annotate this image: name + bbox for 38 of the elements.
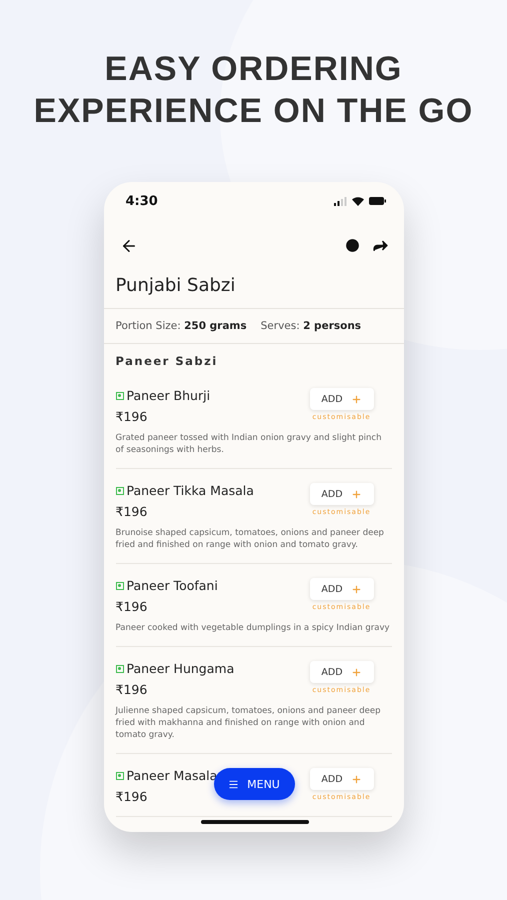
dish-description: Paneer cooked with vegetable dumplings in a spicy Indian gravy — [116, 622, 391, 634]
veg-icon — [116, 772, 124, 780]
page-title: Punjabi Sabzi — [114, 274, 236, 298]
menu-icon — [228, 778, 240, 790]
veg-icon — [116, 664, 124, 672]
add-button[interactable]: ADD — [310, 483, 374, 505]
plus-icon — [350, 666, 362, 678]
plus-icon — [350, 394, 362, 404]
dish-description: Brunoise shaped capsicum, tomatoes, onions and paneer deep fried and finished on range with onion and tomato gravy. — [116, 527, 385, 551]
dish-price: ₹196 — [116, 409, 148, 424]
section-title: Paneer Sabzi — [114, 353, 219, 370]
wifi-icon — [352, 196, 364, 206]
dish-price: ₹196 — [116, 599, 148, 614]
veg-icon — [116, 392, 124, 400]
status-time: 4:30 — [126, 194, 158, 208]
battery-icon — [368, 197, 386, 205]
plus-icon — [350, 774, 362, 784]
dish-name: Paneer Toofani — [126, 578, 218, 593]
dish-name: Paneer Hungama — [126, 661, 234, 676]
dish-name: Paneer Bhurji — [126, 388, 210, 403]
dish-price: ₹196 — [116, 789, 148, 804]
dish-description: Grated paneer tossed with Indian onion gravy and slight pinch of seasonings with herbs. — [116, 432, 382, 456]
signal-icon — [334, 196, 346, 206]
plus-icon — [350, 584, 362, 594]
veg-icon — [116, 582, 124, 590]
plus-icon — [350, 488, 362, 500]
dish-description: Julienne shaped capsicum, tomatoes, onions and paneer deep fried with makhanna and finished on range with onion and tomato gravy. — [116, 705, 382, 741]
dish-name: Paneer Tikka Masala — [126, 483, 254, 498]
add-button[interactable]: ADD — [310, 768, 374, 790]
info-text: Serves: 2 persons — [260, 320, 362, 332]
veg-icon — [116, 486, 124, 494]
add-button[interactable]: ADD — [310, 578, 374, 600]
headline: EASY ORDERING EXPERIENCE ON THE GO — [34, 49, 474, 132]
add-button[interactable]: ADD — [310, 661, 374, 683]
add-button[interactable]: ADD — [310, 388, 374, 410]
dish-price: ₹196 — [116, 682, 148, 697]
dish-price: ₹196 — [116, 504, 148, 519]
info-text: Portion Size: 250 grams — [116, 320, 247, 332]
